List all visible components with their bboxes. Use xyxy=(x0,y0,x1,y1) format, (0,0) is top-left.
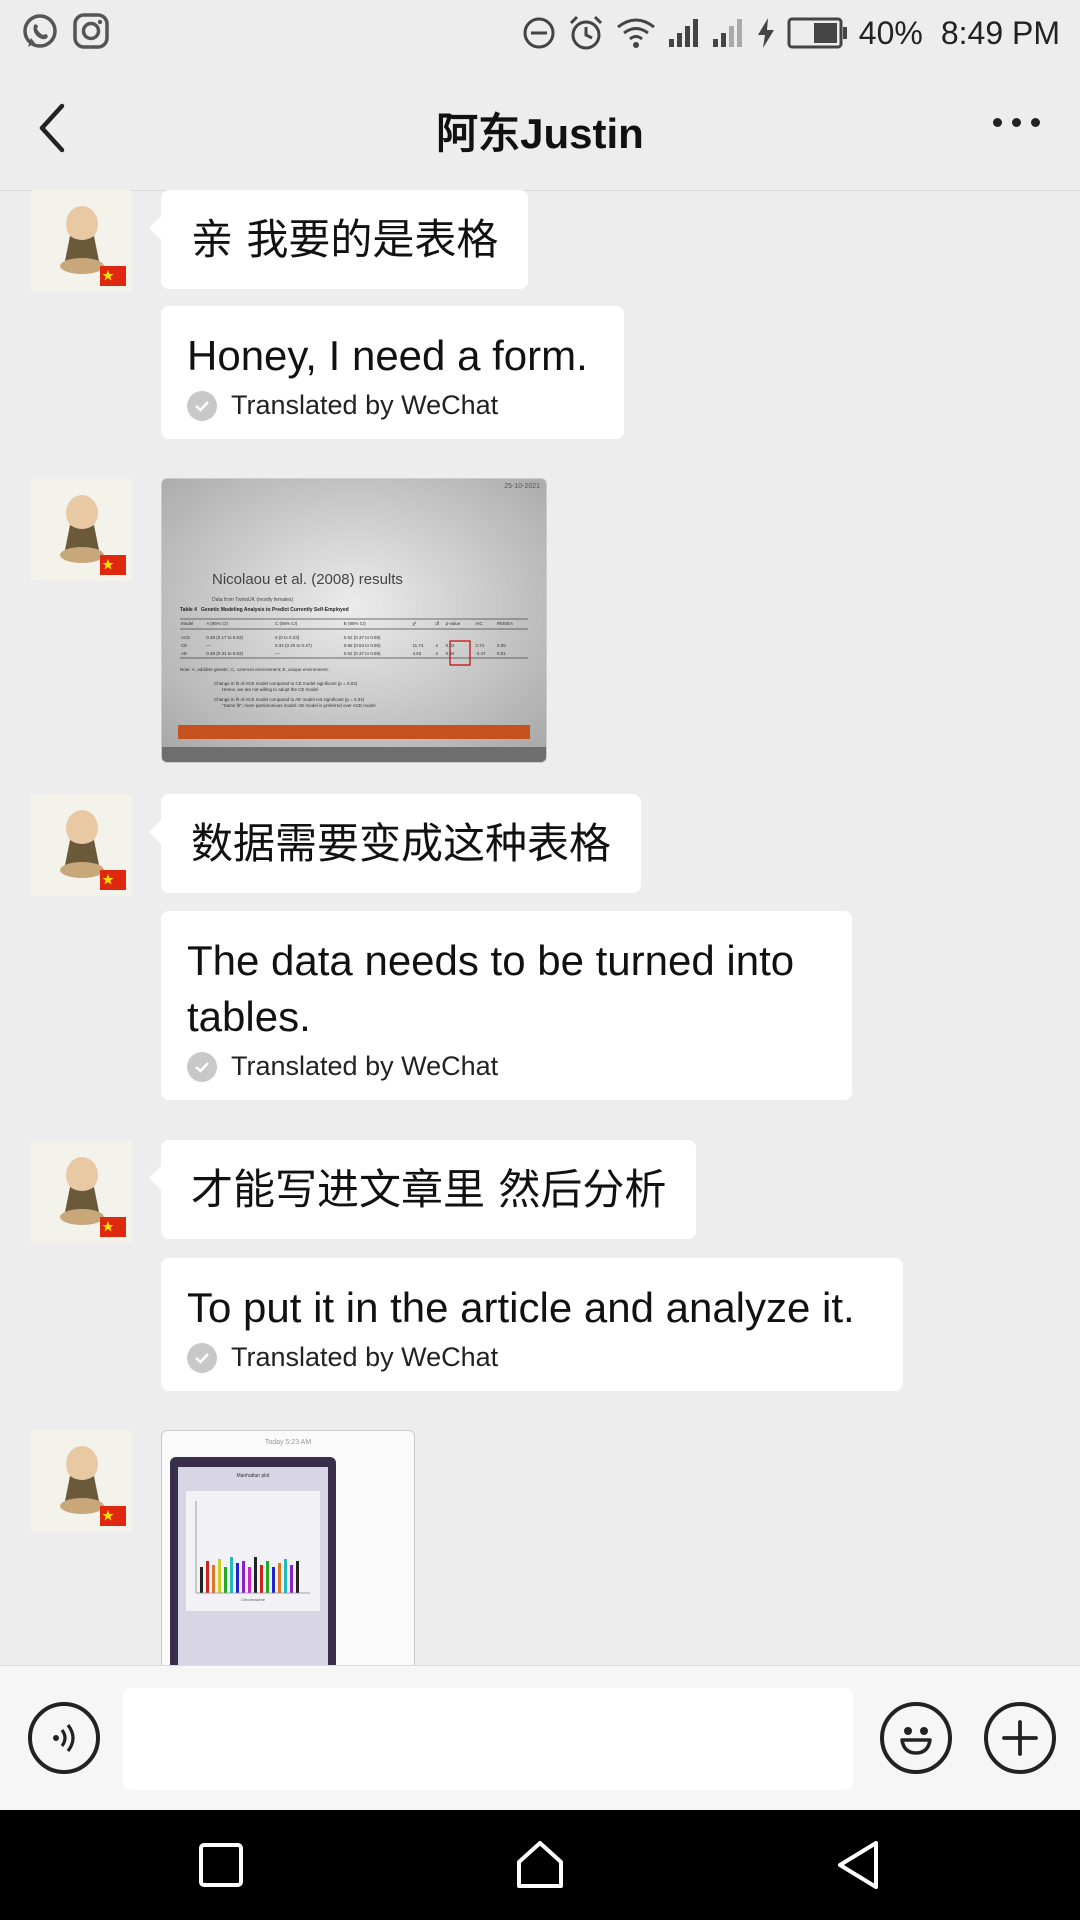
message-bubble[interactable]: 亲 我要的是表格 xyxy=(148,190,529,289)
check-icon xyxy=(187,1051,217,1082)
status-bar: 40% 8:49 PM xyxy=(0,0,1080,66)
translation-bubble[interactable]: The data needs to be turned into tables.… xyxy=(161,911,852,1100)
translated-label: Translated by WeChat xyxy=(231,1342,499,1372)
slide-subtitle: Data from TwinsUK (mostly females) xyxy=(212,597,294,603)
translation-text: The data needs to be turned into tables. xyxy=(187,937,795,1040)
wifi-icon xyxy=(615,15,657,51)
photo-timestamp: Today 5:23 AM xyxy=(264,1439,312,1446)
photo-plot-xlabel: Chromosome xyxy=(240,1597,265,1602)
recents-icon[interactable] xyxy=(194,1838,248,1892)
system-nav-bar xyxy=(0,1810,1080,1920)
translation-bubble[interactable]: Honey, I need a form. Translated by WeCh… xyxy=(161,306,624,439)
message-bubble[interactable]: 才能写进文章里 然后分析 xyxy=(148,1140,697,1239)
image-message-photo[interactable]: Today 5:23 AM Manhattan plot Chromosome xyxy=(161,1430,415,1665)
slide-table-row: AE 0.48 (0.31 to 0.63) —0.52 (0.37 to 0.68… xyxy=(181,651,506,656)
slide-table-header: Model A (95% CI) C (95% CI) E (95% CI) χ² df p… xyxy=(181,621,514,626)
translation-bubble[interactable]: To put it in the article and analyze it.… xyxy=(161,1258,903,1391)
avatar[interactable] xyxy=(30,1430,132,1532)
translation-text: To put it in the article and analyze it. xyxy=(187,1284,855,1331)
slide-note: Note. A, additive genetic; C, common env… xyxy=(180,667,329,672)
translated-label: Translated by WeChat xyxy=(231,390,499,420)
plus-icon[interactable] xyxy=(984,1702,1056,1774)
slide-title: Nicolaou et al. (2008) results xyxy=(212,571,403,588)
battery-icon xyxy=(787,17,849,49)
slide-table-label: Table 4 xyxy=(180,607,197,613)
whatsapp-icon xyxy=(20,12,60,52)
check-icon xyxy=(187,390,217,421)
check-icon xyxy=(187,1342,217,1373)
slide-table-row: ACE 0.48 (0.17 to 0.63) 0 (0 to 0.23) 0.52 … xyxy=(181,635,381,640)
message-bubble[interactable]: 数据需要变成这种表格 xyxy=(148,794,642,893)
slide-table-caption: Genetic Modeling Analysis to Predict Cur… xyxy=(201,607,349,613)
slide-points: Change in fit of ACE model compared to C… xyxy=(214,681,376,708)
message-list[interactable]: 亲 我要的是表格 Honey, I need a form. Translate… xyxy=(0,190,1080,1665)
message-text: 亲 我要的是表格 xyxy=(191,215,499,264)
signal-icon xyxy=(667,17,701,49)
slide-table-row: CE —0.34 (0.20 to 0.47) 0.66 (0.53 to 0.80… xyxy=(181,643,506,648)
translation-text: Honey, I need a form. xyxy=(187,332,588,379)
signal-icon xyxy=(711,17,745,49)
avatar[interactable] xyxy=(30,479,132,581)
alarm-icon xyxy=(567,14,605,52)
instagram-icon xyxy=(72,12,110,52)
back-icon[interactable] xyxy=(832,1838,886,1892)
slide-date: 25-10-2021 xyxy=(504,483,540,490)
battery-percent: 40% xyxy=(858,14,923,51)
message-text: 数据需要变成这种表格 xyxy=(191,819,612,868)
image-message-slide[interactable]: 25-10-2021 Nicolaou et al. (2008) result… xyxy=(161,478,547,763)
clock: 8:49 PM xyxy=(940,14,1060,51)
charging-icon xyxy=(755,16,777,50)
slide-table: Model A (95% CI) C (95% CI) E (95% CI) χ² df p… xyxy=(180,620,528,658)
emoji-icon[interactable] xyxy=(880,1702,952,1774)
avatar[interactable] xyxy=(30,1141,132,1243)
chat-header: 阿东Justin xyxy=(0,66,1080,191)
more-icon[interactable] xyxy=(993,118,1040,127)
message-input[interactable] xyxy=(123,1688,853,1790)
avatar[interactable] xyxy=(30,794,132,896)
voice-icon[interactable] xyxy=(28,1702,100,1774)
home-icon[interactable] xyxy=(513,1838,567,1892)
input-bar xyxy=(0,1665,1080,1811)
message-text: 才能写进文章里 然后分析 xyxy=(191,1165,667,1214)
translated-label: Translated by WeChat xyxy=(231,1051,499,1081)
chat-title: 阿东Justin xyxy=(436,110,644,157)
dnd-icon xyxy=(521,15,557,51)
avatar[interactable] xyxy=(30,190,132,292)
photo-plot-title: Manhattan plot xyxy=(236,1473,270,1479)
